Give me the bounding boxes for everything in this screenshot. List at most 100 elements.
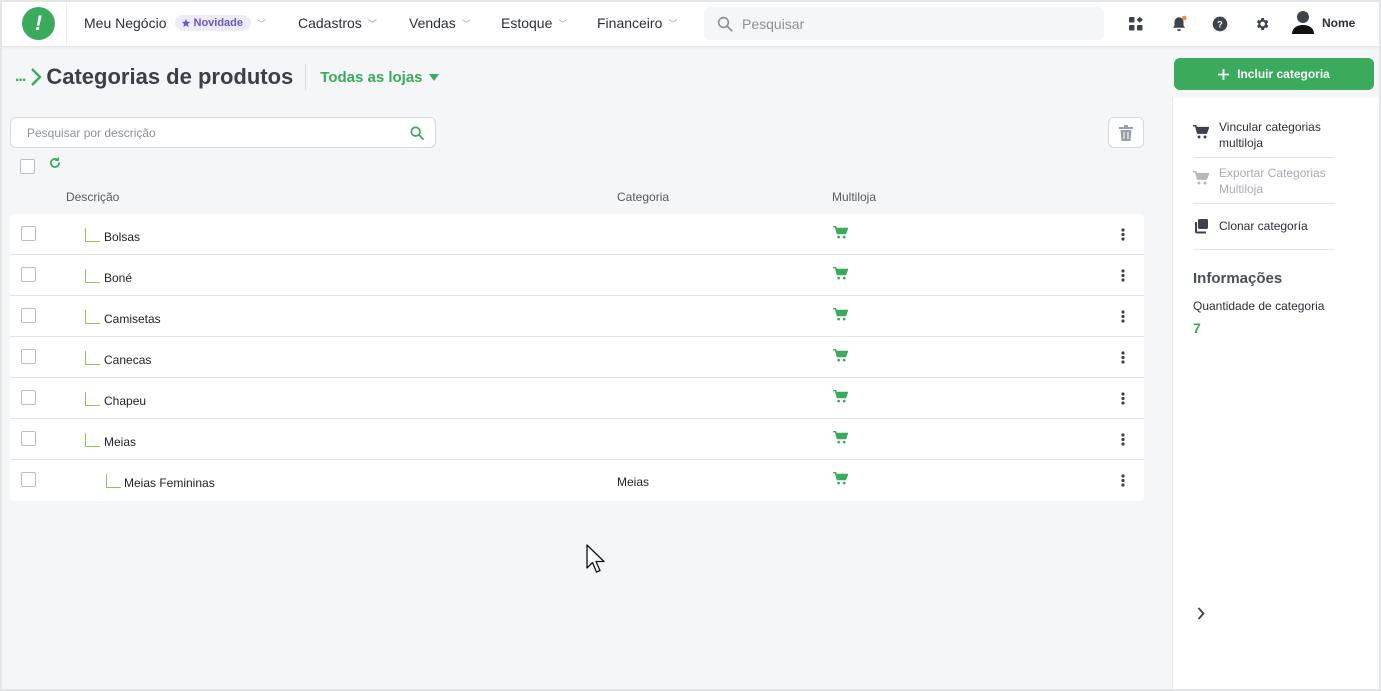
global-search-input[interactable]: Pesquisar xyxy=(704,7,1104,40)
row-checkbox[interactable] xyxy=(21,472,36,487)
select-all-checkbox[interactable] xyxy=(20,159,35,174)
tree-connector xyxy=(85,392,100,406)
more-options-icon[interactable] xyxy=(1121,433,1125,451)
row-checkbox[interactable] xyxy=(21,390,36,405)
delete-button[interactable] xyxy=(1108,117,1144,148)
cart-icon xyxy=(1193,125,1209,139)
table-row[interactable]: Bolsas xyxy=(10,214,1144,255)
cart-icon xyxy=(833,225,849,244)
app-logo[interactable]: ! xyxy=(22,7,55,40)
add-category-label: Incluir categoria xyxy=(1237,67,1330,81)
cart-icon xyxy=(833,266,849,285)
bell-icon[interactable] xyxy=(1169,14,1189,34)
chevron-right-icon[interactable] xyxy=(1197,607,1205,625)
cart-icon xyxy=(833,430,849,449)
panel-divider xyxy=(1193,249,1335,250)
row-description: Meias Femininas xyxy=(124,476,215,490)
export-multistore-label: Exportar Categorias Multiloja xyxy=(1219,166,1326,196)
user-name: Nome xyxy=(1322,16,1356,30)
tree-connector xyxy=(85,310,100,324)
more-options-icon[interactable] xyxy=(1121,351,1125,369)
cart-icon xyxy=(1193,171,1209,185)
row-description: Camisetas xyxy=(104,312,161,326)
user-menu[interactable]: Nome xyxy=(1292,10,1355,36)
panel-divider xyxy=(1193,157,1335,158)
more-options-icon[interactable] xyxy=(1121,392,1125,410)
table-row[interactable]: Camisetas xyxy=(10,296,1144,337)
store-filter-dropdown[interactable]: Todas as lojas xyxy=(320,68,439,86)
chevron-down-icon: ﹀ xyxy=(257,18,267,29)
row-description: Boné xyxy=(104,271,133,285)
table-row[interactable]: Canecas xyxy=(10,337,1144,378)
chevron-right-icon xyxy=(31,68,43,86)
description-search-placeholder: Pesquisar por descrição xyxy=(27,125,156,140)
menu-estoque[interactable]: Estoque ﹀ xyxy=(501,15,567,31)
chevron-down-icon: ﹀ xyxy=(367,18,377,29)
chevron-down-icon: ﹀ xyxy=(558,18,568,29)
badge-label: Novidade xyxy=(193,17,244,29)
row-checkbox[interactable] xyxy=(21,349,36,364)
more-options-icon[interactable] xyxy=(1121,269,1125,287)
row-category: Meias xyxy=(617,475,650,489)
refresh-icon[interactable] xyxy=(48,156,62,175)
menu-financeiro-label: Financeiro xyxy=(597,15,663,31)
row-checkbox[interactable] xyxy=(21,431,36,446)
star-icon xyxy=(181,18,190,27)
cart-icon xyxy=(833,348,849,367)
category-count-label: Quantidade de categoria xyxy=(1193,299,1325,313)
tree-connector xyxy=(85,269,100,283)
more-options-icon[interactable] xyxy=(1121,228,1125,246)
svg-text:?: ? xyxy=(1217,19,1223,29)
panel-divider xyxy=(1193,203,1335,204)
chevron-down-icon: ﹀ xyxy=(461,18,471,29)
business-selector[interactable]: Meu Negócio Novidade ﹀ xyxy=(84,15,266,31)
column-header-description[interactable]: Descrição xyxy=(66,190,119,204)
plus-icon xyxy=(1218,68,1230,80)
table-row[interactable]: Meias Femininas Meias xyxy=(10,460,1144,501)
help-icon[interactable]: ? xyxy=(1210,14,1230,34)
more-options-icon[interactable] xyxy=(1121,310,1125,328)
tree-connector xyxy=(85,351,100,365)
row-checkbox[interactable] xyxy=(21,267,36,282)
tree-connector xyxy=(85,433,100,447)
app-window: ! Meu Negócio Novidade ﹀ Cadastros ﹀ Ven… xyxy=(0,0,1381,691)
menu-vendas[interactable]: Vendas ﹀ xyxy=(409,15,471,31)
export-multistore-action[interactable]: Exportar Categorias Multiloja xyxy=(1193,165,1335,197)
column-header-category[interactable]: Categoria xyxy=(617,190,669,204)
search-icon xyxy=(717,16,733,32)
store-filter-label: Todas as lojas xyxy=(320,68,423,86)
column-header-multiloja[interactable]: Multiloja xyxy=(832,190,876,204)
table-row[interactable]: Chapeu xyxy=(10,378,1144,419)
menu-financeiro[interactable]: Financeiro ﹀ xyxy=(597,15,677,31)
add-category-button[interactable]: Incluir categoria xyxy=(1174,58,1374,90)
gear-icon[interactable] xyxy=(1252,14,1272,34)
categories-table: Bolsas Boné Camisetas Canecas Chapeu Mei… xyxy=(10,214,1144,501)
tree-connector xyxy=(85,228,100,242)
search-icon[interactable] xyxy=(409,125,425,141)
row-checkbox[interactable] xyxy=(21,308,36,323)
row-description: Chapeu xyxy=(104,394,147,408)
apps-icon[interactable] xyxy=(1126,14,1146,34)
clone-category-action[interactable]: Clonar categoría xyxy=(1193,218,1335,234)
menu-estoque-label: Estoque xyxy=(501,15,553,31)
copy-icon xyxy=(1195,219,1208,234)
new-feature-badge: Novidade xyxy=(174,15,252,31)
menu-cadastros[interactable]: Cadastros ﹀ xyxy=(298,15,377,31)
table-row[interactable]: Boné xyxy=(10,255,1144,296)
description-search-input[interactable]: Pesquisar por descrição xyxy=(10,117,436,148)
more-options-icon[interactable] xyxy=(1121,474,1125,492)
cart-icon xyxy=(833,389,849,408)
top-navbar: ! Meu Negócio Novidade ﹀ Cadastros ﹀ Ven… xyxy=(2,2,1379,47)
global-search-placeholder: Pesquisar xyxy=(742,15,805,32)
mouse-cursor-icon xyxy=(586,544,606,581)
row-description: Meias xyxy=(104,435,137,449)
row-checkbox[interactable] xyxy=(21,226,36,241)
table-row[interactable]: Meias xyxy=(10,419,1144,460)
side-panel: Vincular categorias multiloja Exportar C… xyxy=(1172,98,1379,689)
avatar xyxy=(1292,11,1314,34)
link-multistore-action[interactable]: Vincular categorias multiloja xyxy=(1193,119,1335,151)
menu-vendas-label: Vendas xyxy=(409,15,456,31)
breadcrumb-ellipsis[interactable]: ... xyxy=(15,68,26,86)
row-description: Canecas xyxy=(104,353,152,367)
clone-category-label: Clonar categoría xyxy=(1219,219,1308,233)
